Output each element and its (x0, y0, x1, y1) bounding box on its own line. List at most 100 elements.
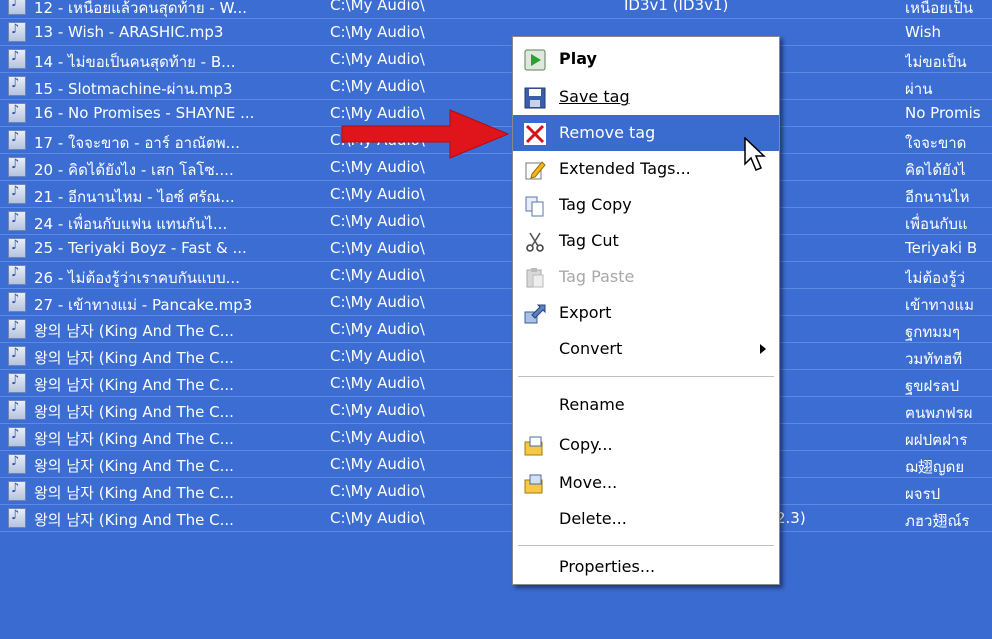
file-row[interactable]: 25 - Teriyaki Boyz - Fast & ... C:\My Aud… (0, 235, 992, 262)
cell-path: C:\My Audio\ (330, 212, 425, 230)
file-row[interactable]: 21 - อีกนานไหม - ไอซ์ ศรัณ... C:\My Audio… (0, 181, 992, 208)
menu-separator (518, 545, 774, 546)
file-row[interactable]: 왕의 남자 (King And The C...C:\My Audio\D3v2… (0, 397, 992, 424)
cell-filename: 25 - Teriyaki Boyz - Fast & ... (34, 239, 247, 257)
audio-file-icon (8, 22, 26, 42)
audio-file-icon (8, 76, 26, 96)
cell-filename: 17 - ใจจะขาด - อาร์ อาณัตพ... (34, 134, 240, 152)
file-row[interactable]: 왕의 남자 (King And The C...C:\My Audio\D3v2… (0, 316, 992, 343)
audio-file-icon (8, 319, 26, 339)
menu-item-save-tag[interactable]: Save tag (513, 79, 779, 115)
file-row[interactable]: 왕의 남자 (King And The C...C:\My Audio\ID3v… (0, 505, 992, 532)
cell-path: C:\My Audio\ (330, 482, 425, 500)
export-arrow-icon (524, 304, 546, 324)
menu-item-move[interactable]: Move... (513, 465, 779, 501)
audio-file-icon (8, 481, 26, 501)
scissors-icon (526, 232, 544, 252)
menu-item-extended-tags[interactable]: Extended Tags... (513, 151, 779, 187)
menu-item-delete[interactable]: Delete... (513, 501, 779, 537)
cell-filename: 24 - เพื่อนกับแฟน แทนกันไ... (34, 215, 228, 233)
audio-file-icon (8, 427, 26, 447)
menu-item-tag-paste: Tag Paste (513, 259, 779, 295)
cell-filename: 왕의 남자 (King And The C... (34, 511, 234, 529)
menu-item-copy[interactable]: Copy... (513, 427, 779, 463)
cell-path: C:\My Audio\ (330, 239, 425, 257)
file-row[interactable]: 왕의 남자 (King And The C...C:\My Audio\D3v2… (0, 451, 992, 478)
audio-file-icon (8, 184, 26, 204)
cell-path: C:\My Audio\ (330, 185, 425, 203)
menu-label-move: Move... (559, 473, 618, 492)
audio-file-icon (8, 346, 26, 366)
file-row[interactable]: 24 - เพื่อนกับแฟน แทนกันไ... C:\My Audio\… (0, 208, 992, 235)
file-row[interactable]: 왕의 남자 (King And The C...C:\My Audio\D3v2… (0, 478, 992, 505)
cell-title: ฌ翅ญดย (905, 458, 965, 476)
floppy-disk-icon (524, 87, 546, 109)
audio-file-icon (8, 292, 26, 312)
cell-filename: 왕의 남자 (King And The C... (34, 349, 234, 367)
file-row[interactable]: 14 - ไม่ขอเป็นคนสุดท้าย - B... C:\My Audi… (0, 46, 992, 73)
mouse-cursor-icon (744, 137, 766, 171)
cell-filename: 왕의 남자 (King And The C... (34, 484, 234, 502)
menu-item-convert[interactable]: Convert (513, 331, 779, 367)
cell-path: C:\My Audio\ (330, 320, 425, 338)
menu-label-extended-tags: Extended Tags... (559, 159, 691, 178)
cell-filename: 왕의 남자 (King And The C... (34, 403, 234, 421)
menu-item-play[interactable]: Play (513, 41, 779, 77)
menu-label-rename: Rename (559, 395, 625, 414)
cell-path: C:\My Audio\ (330, 401, 425, 419)
cell-title: Teriyaki B (905, 239, 978, 257)
menu-item-rename[interactable]: Rename (513, 387, 779, 423)
file-row[interactable]: 26 - ไม่ต้องรู้ว่าเราคบกันแบบ... C:\My Au… (0, 262, 992, 289)
audio-file-icon (8, 211, 26, 231)
red-x-icon (524, 123, 546, 145)
file-row[interactable]: 13 - Wish - ARASHIC.mp3 C:\My Audio\ Wish (0, 19, 992, 46)
cell-title: Wish (905, 23, 941, 41)
cell-title: ฅนพภฟรผ (905, 404, 973, 422)
cell-title: วมทัทฮที (905, 350, 963, 368)
cell-path: C:\My Audio\ (330, 77, 425, 95)
cell-title: อีกนานไห (905, 188, 970, 206)
cell-path: C:\My Audio\ (330, 428, 425, 446)
edit-pencil-icon (525, 161, 546, 180)
cell-title: ใจจะขาด (905, 134, 967, 152)
menu-item-tag-cut[interactable]: Tag Cut (513, 223, 779, 259)
file-row[interactable]: 왕의 남자 (King And The C...C:\My Audio\D3v2… (0, 370, 992, 397)
cell-path: C:\My Audio\ (330, 455, 425, 473)
audio-file-icon (8, 265, 26, 285)
menu-item-tag-copy[interactable]: Tag Copy (513, 187, 779, 223)
file-row[interactable]: 15 - Slotmachine-ผ่าน.mp3C:\My Audio\D3v… (0, 73, 992, 100)
cell-filename: 15 - Slotmachine-ผ่าน.mp3 (34, 80, 233, 98)
red-arrow-shape (341, 109, 510, 159)
file-row[interactable]: 12 - เหนื่อยแล้วคนสุดท้าย - W... C:\My Au… (0, 0, 992, 19)
cell-title: ฐกทมมๆ (905, 323, 961, 341)
cell-filename: 12 - เหนื่อยแล้วคนสุดท้าย - W... (34, 0, 248, 17)
menu-item-properties[interactable]: Properties... (513, 549, 779, 585)
audio-file-icon (8, 454, 26, 474)
menu-label-save-tag: Save tag (559, 87, 630, 106)
folder-copy-icon (524, 436, 543, 456)
file-row[interactable]: 왕의 남자 (King And The C...C:\My Audio\D3v2… (0, 424, 992, 451)
file-row[interactable]: 왕의 남자 (King And The C...C:\My Audio\D3v2… (0, 343, 992, 370)
cell-filename: 21 - อีกนานไหม - ไอซ์ ศรัณ... (34, 188, 235, 206)
menu-label-properties: Properties... (559, 557, 656, 576)
menu-item-export[interactable]: Export (513, 295, 779, 331)
menu-label-export: Export (559, 303, 612, 322)
menu-item-remove-tag[interactable]: Remove tag (513, 115, 779, 151)
menu-label-tag-cut: Tag Cut (559, 231, 619, 250)
cell-title: ผฝปฅฝาร (905, 431, 968, 449)
cell-path: C:\My Audio\ (330, 374, 425, 392)
cell-filename: 26 - ไม่ต้องรู้ว่าเราคบกันแบบ... (34, 269, 240, 287)
submenu-arrow-icon (760, 344, 766, 354)
menu-label-remove-tag: Remove tag (559, 123, 656, 142)
cell-title: เหนื่อยเป็น (905, 0, 973, 17)
audio-file-icon (8, 0, 26, 15)
cell-filename: 20 - คิดได้ยังไง - เสก โลโซ.... (34, 161, 234, 179)
audio-file-icon (8, 238, 26, 258)
menu-label-convert: Convert (559, 339, 623, 358)
cell-tag: ID3v1 (ID3v1) (624, 0, 729, 14)
cell-title: เข้าทางแม (905, 296, 974, 314)
audio-file-icon (8, 157, 26, 177)
audio-file-icon (8, 130, 26, 150)
file-row[interactable]: 27 - เข้าทางแม่ - Pancake.mp3 C:\My Audio… (0, 289, 992, 316)
cell-path: C:\My Audio\ (330, 23, 425, 41)
